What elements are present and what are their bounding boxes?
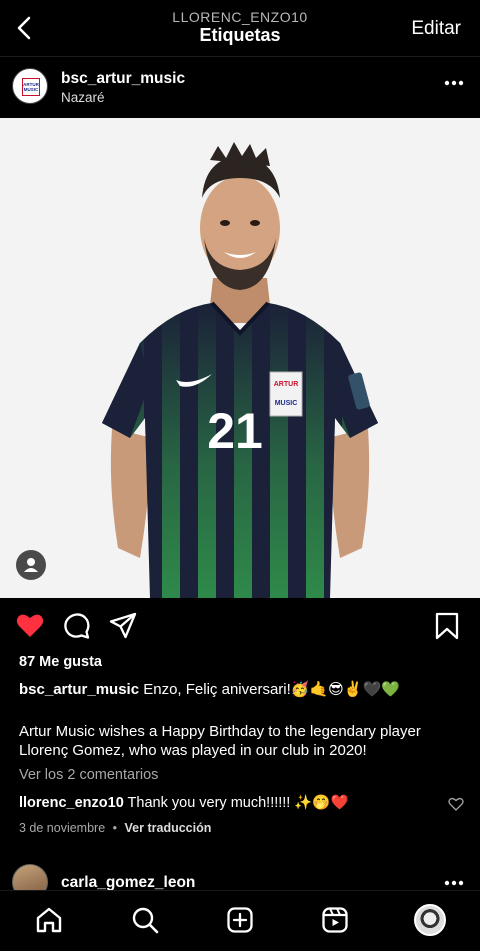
- heart-filled-icon[interactable]: [15, 611, 45, 641]
- tagged-users-button[interactable]: [16, 550, 46, 580]
- profile-username: LLORENC_ENZO10: [172, 9, 308, 25]
- post-actions: [0, 598, 480, 654]
- caption-body: Artur Music wishes a Happy Birthday to t…: [19, 723, 421, 759]
- profile-icon[interactable]: [414, 904, 446, 936]
- bottom-tab-bar: [0, 890, 480, 951]
- heart-icon[interactable]: [448, 797, 464, 811]
- svg-text:ARTUR: ARTUR: [274, 381, 299, 388]
- post-author-username[interactable]: bsc_artur_music: [61, 70, 185, 88]
- comment-text: Thank you very much!!!!!! ✨🤭❤️: [127, 795, 349, 811]
- comment-author[interactable]: llorenc_enzo10: [19, 795, 124, 811]
- avatar[interactable]: ARTUR MUSIC: [12, 68, 48, 104]
- comment: llorenc_enzo10 Thank you very much!!!!!!…: [19, 793, 349, 813]
- top-bar: LLORENC_ENZO10 Etiquetas Editar: [0, 0, 480, 56]
- post-meta: 3 de noviembre • Ver traducción: [19, 821, 211, 835]
- more-horizontal-icon[interactable]: [444, 880, 464, 886]
- caption-text: Enzo, Feliç aniversari!🥳🤙😎✌️🖤💚: [143, 681, 400, 698]
- view-comments-link[interactable]: Ver los 2 comentarios: [19, 767, 158, 783]
- search-icon[interactable]: [130, 905, 160, 935]
- send-icon[interactable]: [108, 611, 138, 641]
- likes-count[interactable]: 87 Me gusta: [19, 654, 102, 670]
- jersey-number: 21: [207, 403, 263, 459]
- post-location[interactable]: Nazaré: [61, 90, 105, 105]
- post-date: 3 de noviembre: [19, 821, 106, 835]
- post-header: ARTUR MUSIC bsc_artur_music Nazaré: [0, 58, 480, 118]
- caption-author[interactable]: bsc_artur_music: [19, 681, 139, 698]
- bookmark-icon[interactable]: [432, 611, 462, 641]
- divider: [0, 56, 480, 57]
- edit-button[interactable]: Editar: [411, 18, 461, 40]
- comment-icon[interactable]: [62, 611, 92, 641]
- svg-text:MUSIC: MUSIC: [275, 400, 298, 407]
- reels-icon[interactable]: [320, 905, 350, 935]
- translate-link[interactable]: Ver traducción: [125, 821, 212, 835]
- user-icon: [24, 558, 38, 572]
- post-photo[interactable]: ARTUR MUSIC 21: [0, 118, 480, 598]
- player-illustration: ARTUR MUSIC 21: [102, 142, 378, 598]
- page-title: Etiquetas: [199, 25, 281, 45]
- separator: •: [112, 821, 118, 835]
- home-icon[interactable]: [34, 905, 64, 935]
- next-post-header: carla_gomez_leon: [0, 860, 480, 900]
- artur-music-logo: ARTUR MUSIC: [22, 78, 40, 96]
- add-icon[interactable]: [225, 905, 255, 935]
- more-horizontal-icon[interactable]: [444, 80, 464, 86]
- caption: bsc_artur_music Enzo, Feliç aniversari!🥳…: [19, 680, 464, 700]
